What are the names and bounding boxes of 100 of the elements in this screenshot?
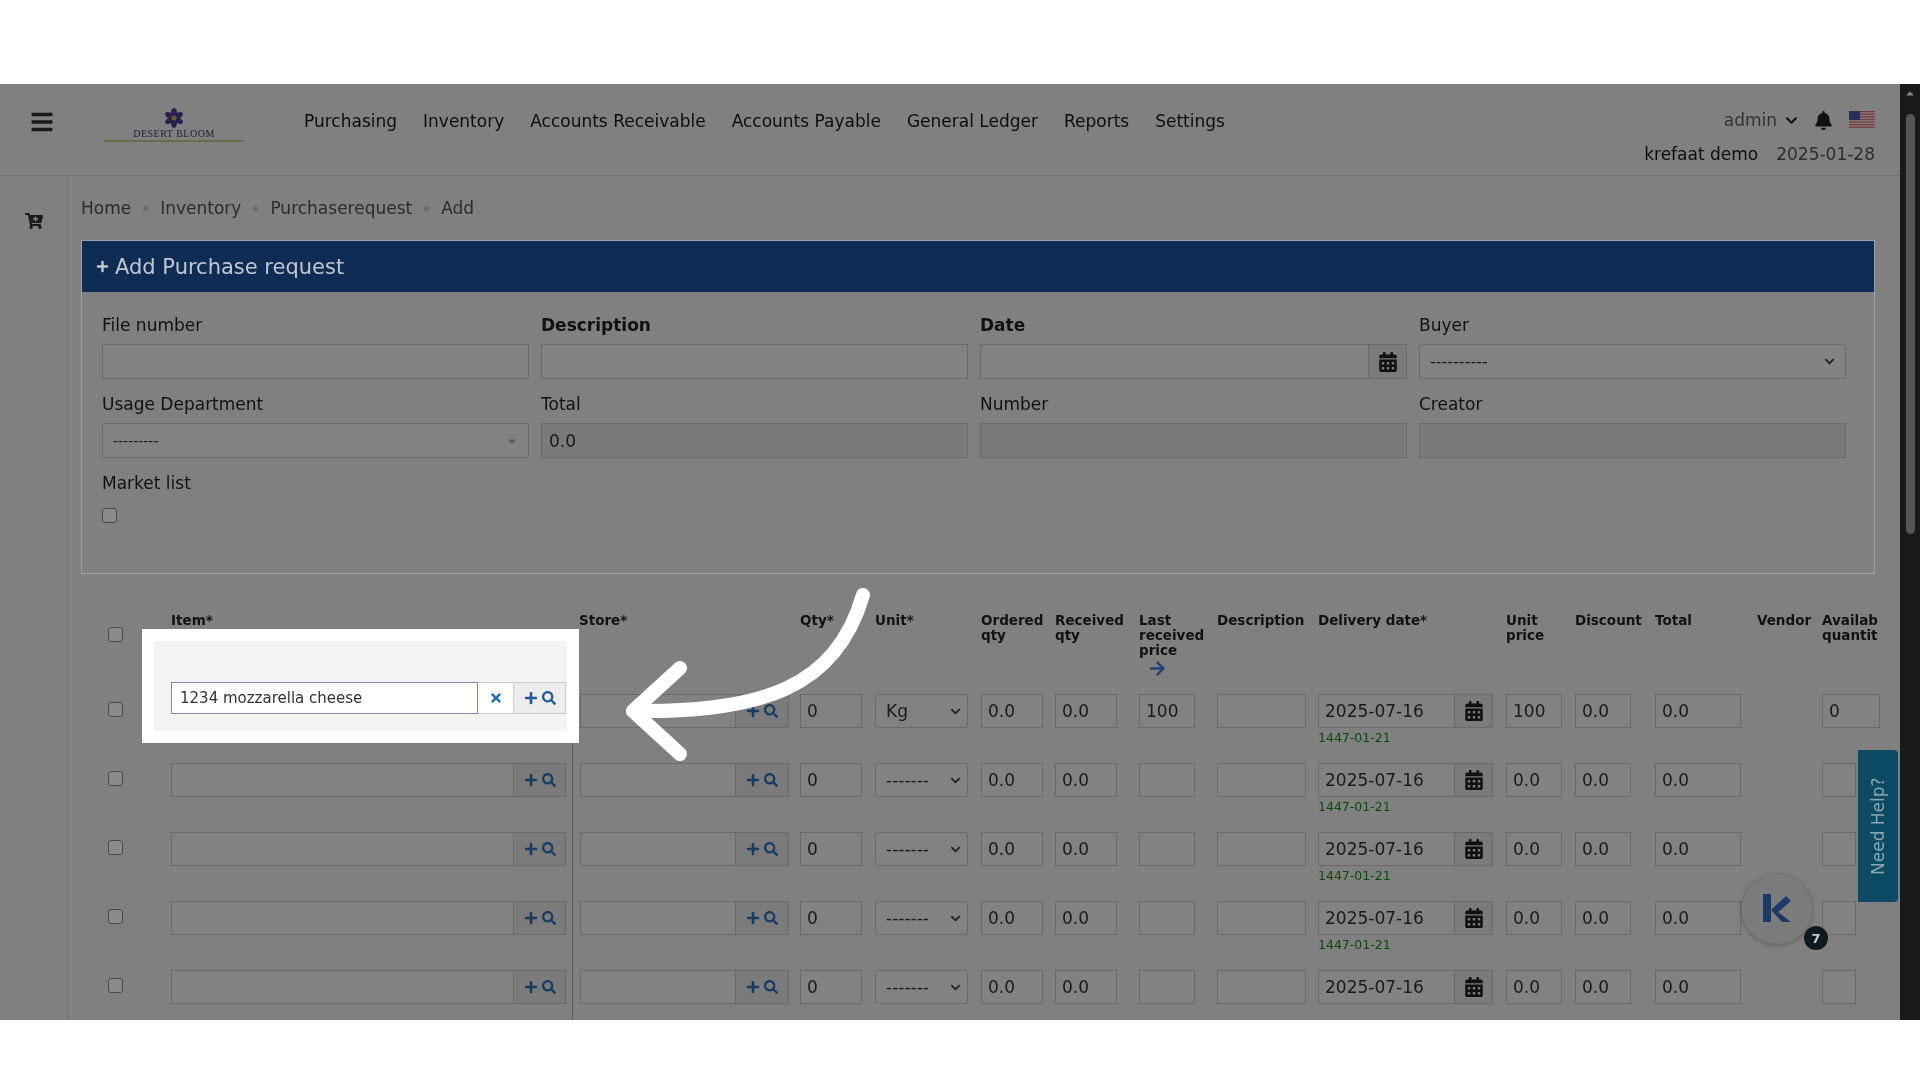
received-qty-field[interactable]: 0.0 — [1055, 763, 1117, 797]
discount-field[interactable]: 0.0 — [1575, 970, 1631, 1004]
breadcrumb-link[interactable]: Inventory — [160, 198, 242, 218]
text-field[interactable] — [102, 344, 529, 379]
nav-link[interactable]: Purchasing — [294, 110, 408, 132]
received-qty-field[interactable]: 0.0 — [1055, 970, 1117, 1004]
ordered-qty-field[interactable]: 0.0 — [981, 832, 1043, 866]
ordered-qty-field[interactable]: 0.0 — [981, 901, 1043, 935]
description-field[interactable] — [1217, 694, 1306, 728]
unit-price-field[interactable]: 0.0 — [1506, 970, 1562, 1004]
last-price-field[interactable] — [1139, 970, 1195, 1004]
user-menu[interactable]: admin — [1723, 110, 1798, 130]
store-field[interactable] — [580, 763, 736, 797]
unit-select[interactable]: ------- — [875, 763, 968, 797]
item-field[interactable] — [171, 970, 514, 1004]
store-field[interactable] — [580, 970, 736, 1004]
unit-select[interactable]: ------- — [875, 832, 968, 866]
checkbox[interactable] — [108, 909, 123, 924]
readonly-field[interactable]: 0.0 — [541, 423, 968, 458]
item-field[interactable] — [171, 763, 514, 797]
available-qty-field[interactable]: 0 — [1822, 694, 1880, 728]
select-field[interactable]: ---------- — [1419, 344, 1846, 379]
flag-icon[interactable] — [1849, 111, 1875, 129]
breadcrumb-link[interactable]: Home — [81, 198, 132, 218]
received-qty-field[interactable]: 0.0 — [1055, 901, 1117, 935]
unit-price-field[interactable]: 100 — [1506, 694, 1562, 728]
breadcrumb-link[interactable]: Purchaserequest — [270, 198, 413, 218]
scrollbar-thumb[interactable] — [1905, 114, 1915, 534]
calendar-button[interactable] — [1455, 832, 1493, 866]
last-price-field[interactable] — [1139, 763, 1195, 797]
available-qty-field[interactable] — [1822, 901, 1856, 935]
item-field[interactable] — [171, 901, 514, 935]
available-qty-field[interactable] — [1822, 970, 1856, 1004]
nav-link[interactable]: Reports — [1053, 110, 1140, 132]
checkbox[interactable] — [102, 508, 117, 523]
calendar-button[interactable] — [1455, 901, 1493, 935]
available-qty-field[interactable] — [1822, 832, 1856, 866]
total-field[interactable]: 0.0 — [1655, 970, 1741, 1004]
unit-select[interactable]: Kg — [875, 694, 968, 728]
qty-field[interactable]: 0 — [800, 970, 862, 1004]
description-field[interactable] — [1217, 970, 1306, 1004]
ordered-qty-field[interactable]: 0.0 — [981, 763, 1043, 797]
calendar-button[interactable] — [1455, 970, 1493, 1004]
checkbox[interactable] — [108, 978, 123, 993]
qty-field[interactable]: 0 — [800, 694, 862, 728]
unit-price-field[interactable]: 0.0 — [1506, 901, 1562, 935]
store-field[interactable] — [580, 901, 736, 935]
delivery-date-field[interactable]: 2025-07-16 — [1318, 970, 1455, 1004]
total-field[interactable]: 0.0 — [1655, 901, 1741, 935]
clear-button[interactable] — [478, 682, 514, 714]
last-price-field[interactable] — [1139, 832, 1195, 866]
calendar-button[interactable] — [1455, 763, 1493, 797]
description-field[interactable] — [1217, 763, 1306, 797]
menu-button[interactable] — [30, 110, 54, 134]
discount-field[interactable]: 0.0 — [1575, 832, 1631, 866]
available-qty-field[interactable] — [1822, 763, 1856, 797]
nav-link[interactable]: Settings — [1145, 110, 1235, 132]
received-qty-field[interactable]: 0.0 — [1055, 832, 1117, 866]
date-field[interactable] — [980, 344, 1369, 379]
qty-field[interactable]: 0 — [800, 901, 862, 935]
store-field[interactable] — [580, 832, 736, 866]
checkbox[interactable] — [108, 702, 123, 717]
unit-select[interactable]: ------- — [875, 901, 968, 935]
cart-icon[interactable] — [24, 212, 43, 230]
ordered-qty-field[interactable]: 0.0 — [981, 970, 1043, 1004]
delivery-date-field[interactable]: 2025-07-16 — [1318, 901, 1455, 935]
unit-price-field[interactable]: 0.0 — [1506, 763, 1562, 797]
nav-link[interactable]: Inventory — [413, 110, 515, 132]
unit-select[interactable]: ------- — [875, 970, 968, 1004]
scrollbar[interactable] — [1900, 84, 1920, 1020]
qty-field[interactable]: 0 — [800, 832, 862, 866]
chat-button[interactable] — [1742, 874, 1812, 944]
last-price-field[interactable] — [1139, 901, 1195, 935]
calendar-button[interactable] — [1455, 694, 1493, 728]
text-field[interactable] — [541, 344, 968, 379]
description-field[interactable] — [1217, 901, 1306, 935]
checkbox[interactable] — [108, 771, 123, 786]
total-field[interactable]: 0.0 — [1655, 832, 1741, 866]
ordered-qty-field[interactable]: 0.0 — [981, 694, 1043, 728]
delivery-date-field[interactable]: 2025-07-16 — [1318, 694, 1455, 728]
description-field[interactable] — [1217, 832, 1306, 866]
last-price-field[interactable]: 100 — [1139, 694, 1195, 728]
discount-field[interactable]: 0.0 — [1575, 763, 1631, 797]
delivery-date-field[interactable]: 2025-07-16 — [1318, 763, 1455, 797]
total-field[interactable]: 0.0 — [1655, 694, 1741, 728]
unit-price-field[interactable]: 0.0 — [1506, 832, 1562, 866]
discount-field[interactable]: 0.0 — [1575, 901, 1631, 935]
total-field[interactable]: 0.0 — [1655, 763, 1741, 797]
item-field[interactable]: 1234 mozzarella cheese — [171, 682, 478, 714]
received-qty-field[interactable]: 0.0 — [1055, 694, 1117, 728]
nav-link[interactable]: Accounts Receivable — [520, 110, 716, 132]
delivery-date-field[interactable]: 2025-07-16 — [1318, 832, 1455, 866]
calendar-button[interactable] — [1369, 344, 1407, 379]
bell-icon[interactable] — [1814, 110, 1833, 130]
nav-link[interactable]: General Ledger — [896, 110, 1048, 132]
checkbox[interactable] — [108, 840, 123, 855]
item-field[interactable] — [171, 832, 514, 866]
qty-field[interactable]: 0 — [800, 763, 862, 797]
select-field[interactable]: --------- — [102, 423, 529, 458]
nav-link[interactable]: Accounts Payable — [721, 110, 891, 132]
